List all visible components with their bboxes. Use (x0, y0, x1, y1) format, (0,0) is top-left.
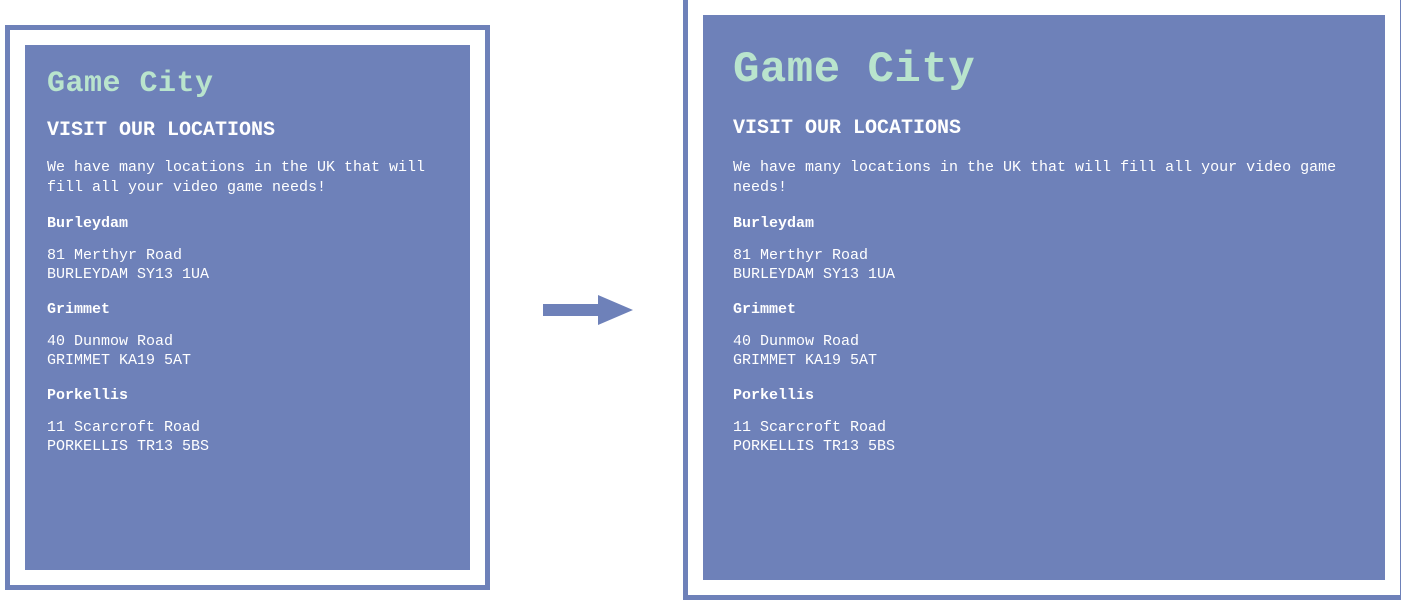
location-address: 81 Merthyr Road BURLEYDAM SY13 1UA (47, 246, 448, 285)
location-name: Porkellis (47, 387, 448, 404)
locations-card-before: Game City VISIT OUR LOCATIONS We have ma… (10, 30, 485, 585)
locations-card-after: Game City VISIT OUR LOCATIONS We have ma… (688, 0, 1400, 595)
brand-title: Game City (47, 67, 448, 101)
location-address: 11 Scarcroft Road PORKELLIS TR13 5BS (733, 418, 1355, 457)
location-address: 11 Scarcroft Road PORKELLIS TR13 5BS (47, 418, 448, 457)
location-name: Grimmet (47, 301, 448, 318)
location-address: 40 Dunmow Road GRIMMET KA19 5AT (47, 332, 448, 371)
location-name: Grimmet (733, 301, 1355, 318)
arrow-icon (543, 295, 633, 325)
location-address: 81 Merthyr Road BURLEYDAM SY13 1UA (733, 246, 1355, 285)
location-name: Burleydam (47, 215, 448, 232)
section-heading: VISIT OUR LOCATIONS (733, 117, 1355, 140)
location-address: 40 Dunmow Road GRIMMET KA19 5AT (733, 332, 1355, 371)
location-name: Porkellis (733, 387, 1355, 404)
section-heading: VISIT OUR LOCATIONS (47, 119, 448, 142)
intro-text: We have many locations in the UK that wi… (733, 158, 1355, 199)
brand-title: Game City (733, 45, 1355, 95)
intro-text: We have many locations in the UK that wi… (47, 158, 448, 199)
location-name: Burleydam (733, 215, 1355, 232)
